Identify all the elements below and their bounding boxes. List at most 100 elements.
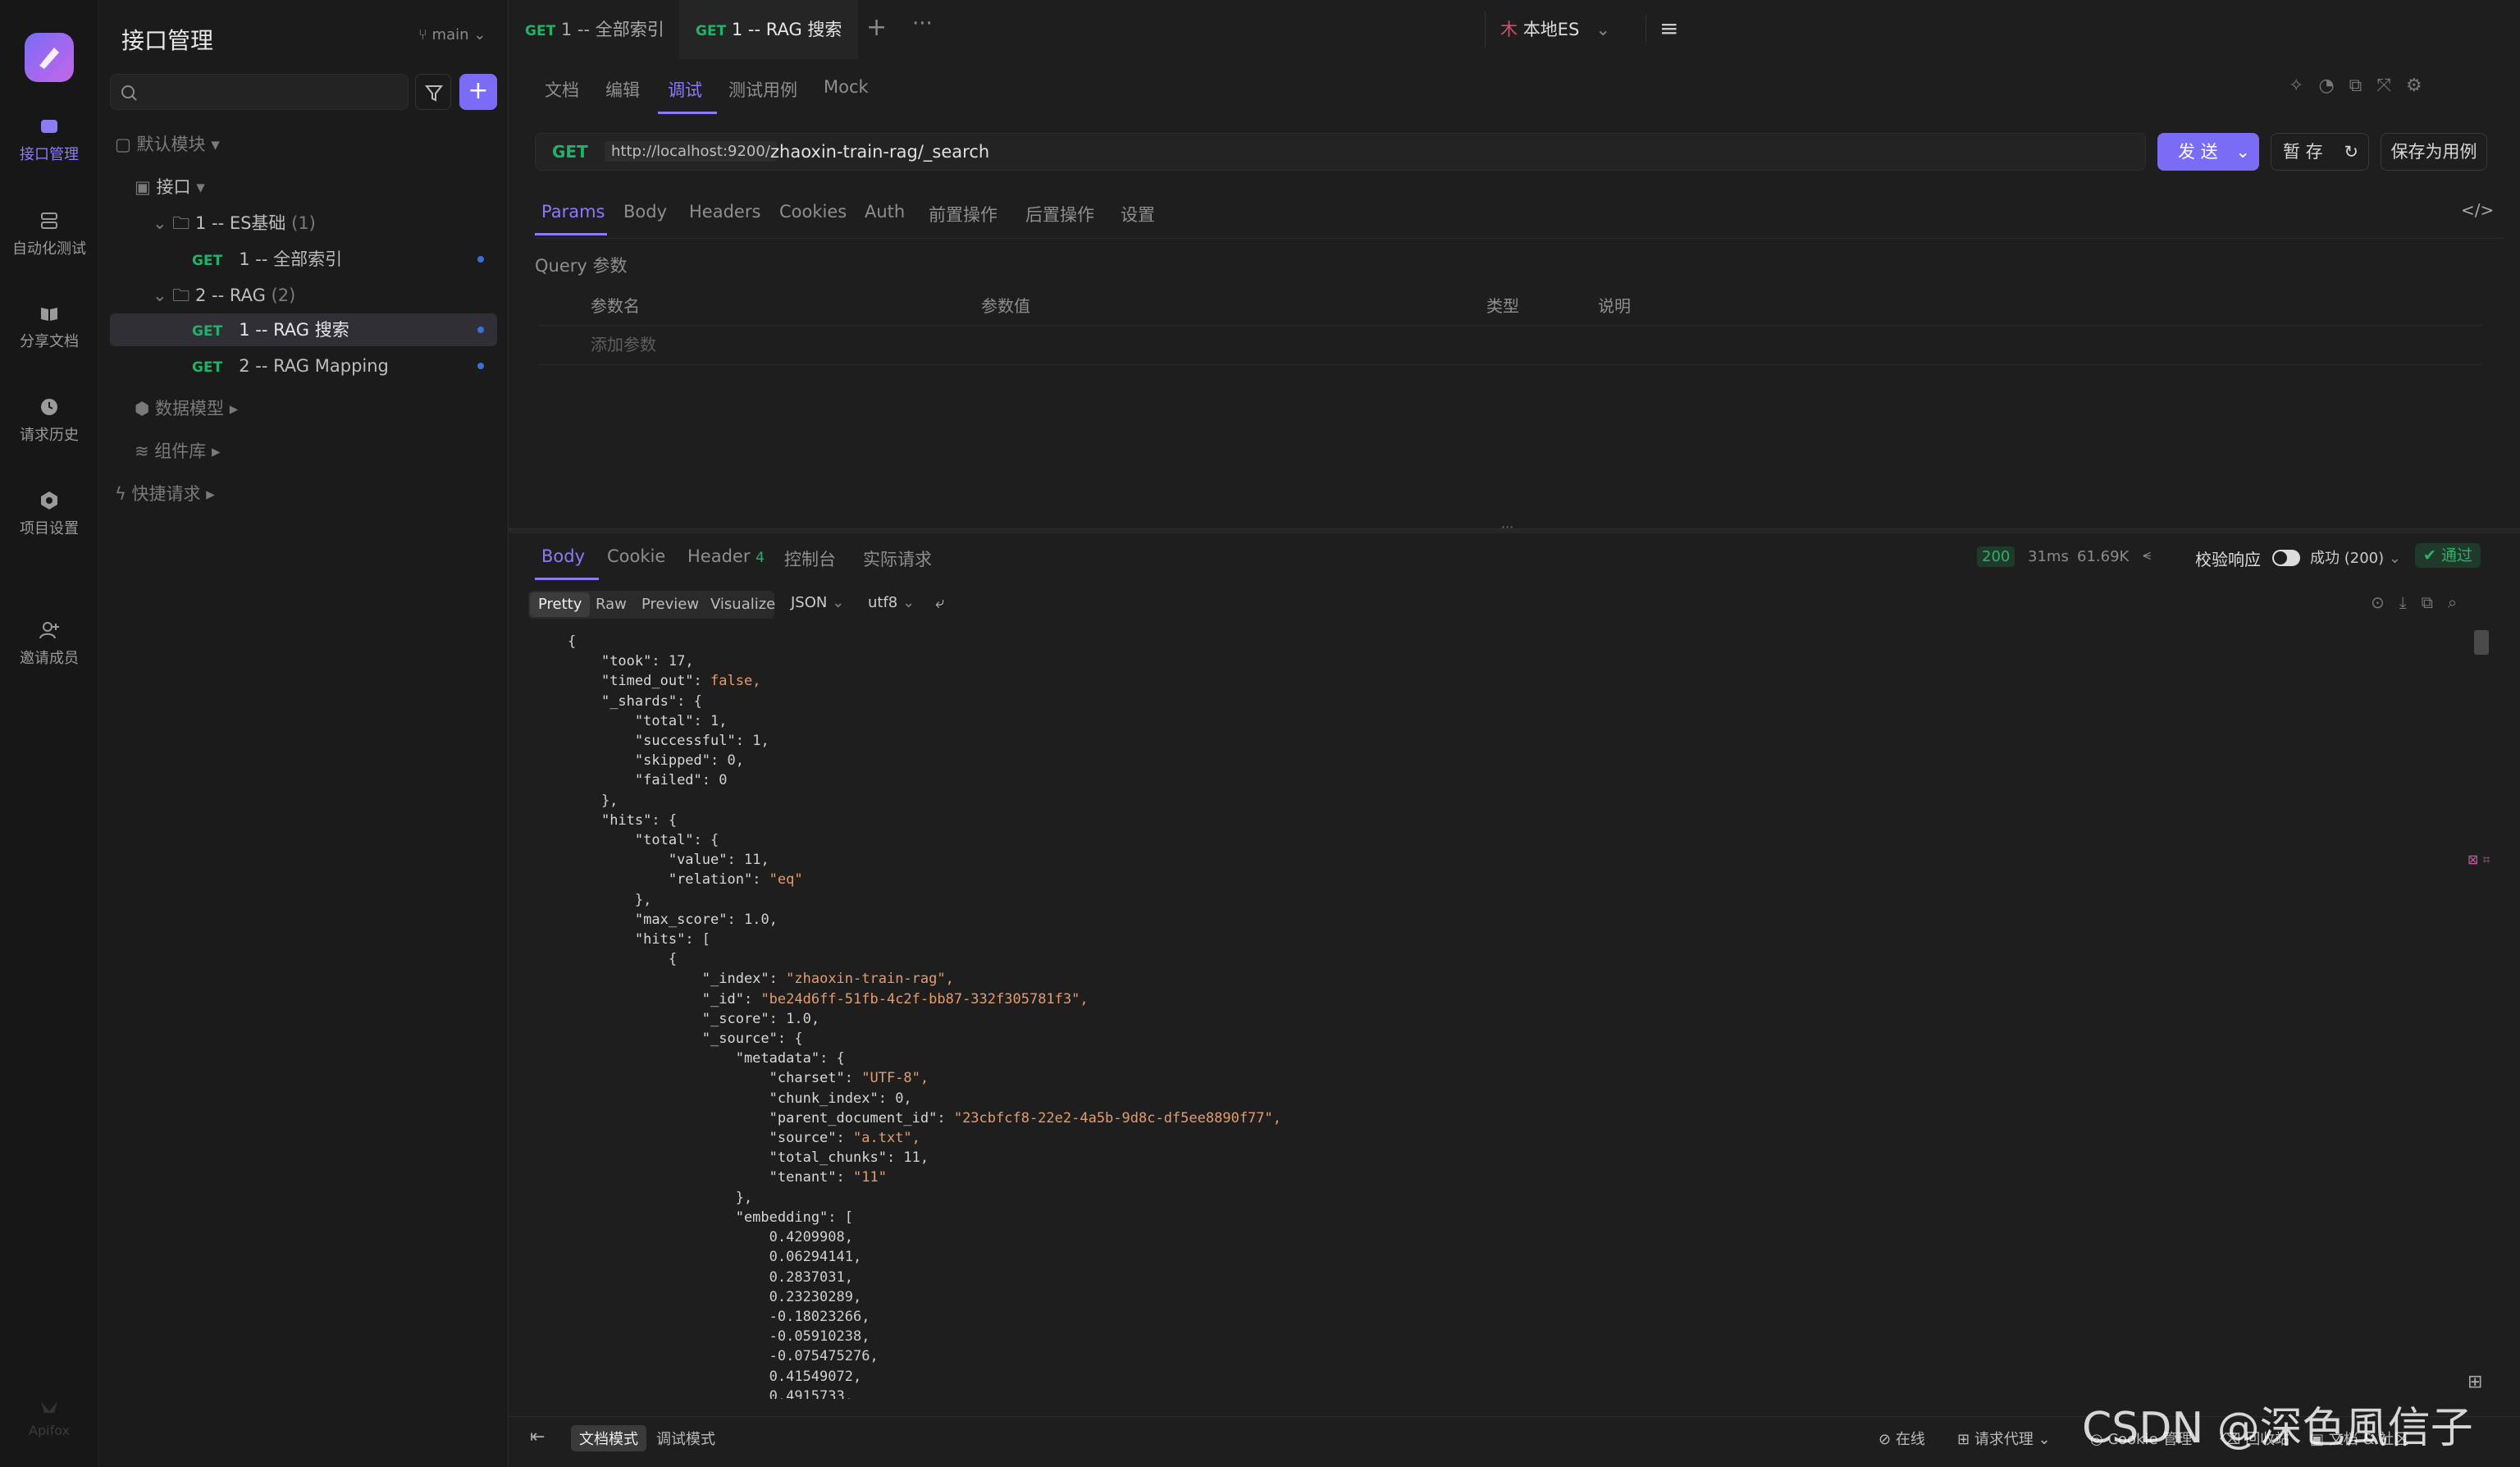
cube-icon: ⬢: [135, 399, 156, 418]
code-line: "hits": [: [634, 931, 711, 948]
sidebar-title: 接口管理: [121, 27, 214, 54]
download-icon[interactable]: ⤓: [2399, 592, 2422, 612]
validate-toggle[interactable]: [2272, 550, 2300, 566]
view-preview[interactable]: Preview: [641, 591, 699, 619]
tree-quick-request[interactable]: ϟ 快捷请求 ▸: [115, 478, 215, 510]
rail-item-share[interactable]: 分享文档: [0, 302, 98, 351]
env-selector[interactable]: 木 本地ES ⌄: [1485, 11, 1637, 48]
code-line: 0.4209908,: [568, 1229, 853, 1246]
subtab-testcase[interactable]: 测试用例: [728, 77, 797, 102]
tree-item-all-index[interactable]: GET 1 -- 全部索引: [192, 243, 497, 276]
wrap-icon[interactable]: ⤶: [935, 592, 944, 612]
save-as-case-button[interactable]: 保存为用例: [2381, 133, 2487, 171]
search-input[interactable]: [110, 74, 409, 110]
rail-item-automation[interactable]: 自动化测试: [0, 209, 98, 258]
param-tab-params[interactable]: Params: [541, 202, 605, 222]
left-rail: 接口管理 自动化测试 分享文档 请求历史 项目设置 邀请成员 Apifox: [0, 0, 98, 1467]
param-tab-pre[interactable]: 前置操作: [929, 202, 998, 226]
param-tab-settings[interactable]: 设置: [1121, 202, 1155, 226]
param-tab-headers[interactable]: Headers: [689, 202, 760, 222]
rail-item-api[interactable]: 接口管理: [0, 115, 98, 164]
more-icon[interactable]: ···: [912, 11, 933, 36]
tree-api-root[interactable]: ▣ 接口 ▾: [135, 171, 205, 203]
rail-label: 自动化测试: [12, 240, 86, 258]
rail-item-invite[interactable]: 邀请成员: [0, 619, 98, 668]
code-line: "_id": "be24d6ff-51fb-4c2f-bb87-332f3057…: [701, 990, 1089, 1008]
add-param-row[interactable]: 添加参数: [538, 325, 2482, 365]
code-line: "total": {: [634, 832, 719, 849]
col-name: 参数名: [591, 296, 640, 316]
copy-icon[interactable]: ⧉: [2349, 75, 2377, 96]
branch-selector[interactable]: ⑂ main ⌄: [418, 26, 486, 43]
online-status[interactable]: ⊘ 在线: [1879, 1428, 1925, 1449]
doc-mode-button[interactable]: 文档模式: [571, 1425, 646, 1451]
tab-rag-search[interactable]: GET 1 -- RAG 搜索: [679, 0, 859, 59]
view-pretty[interactable]: Pretty: [530, 592, 591, 617]
subtab-debug[interactable]: 调试: [668, 77, 702, 102]
tree-item-rag-search[interactable]: GET 1 -- RAG 搜索: [110, 313, 497, 346]
filter-button[interactable]: [415, 74, 451, 110]
param-tab-cookies[interactable]: Cookies: [779, 202, 847, 222]
panel-splitter[interactable]: ···: [509, 519, 2520, 535]
resp-tab-header[interactable]: Header 4: [687, 546, 765, 566]
share-icon[interactable]: ⤧: [2376, 75, 2406, 96]
tree-folder-es[interactable]: ⌄ 🗀 1 -- ES基础 (1): [153, 207, 316, 240]
send-button[interactable]: 发 送 ⌄: [2157, 133, 2259, 171]
param-tab-body[interactable]: Body: [623, 202, 667, 222]
subtab-mock[interactable]: Mock: [824, 77, 869, 97]
tab-all-index[interactable]: GET 1 -- 全部索引: [509, 0, 681, 59]
param-tab-auth[interactable]: Auth: [865, 202, 905, 222]
side-tool-icon[interactable]: ⊠ ⌗: [2468, 852, 2490, 868]
url-input[interactable]: zhaoxin-train-rag/_search: [770, 142, 989, 162]
subtab-edit[interactable]: 编辑: [605, 77, 640, 102]
debug-mode-button[interactable]: 调试模式: [656, 1428, 715, 1449]
code-line: "charset": "UTF-8",: [769, 1070, 929, 1087]
search-icon[interactable]: ⌕: [2448, 592, 2472, 612]
tree-item-rag-mapping[interactable]: GET 2 -- RAG Mapping: [192, 350, 497, 382]
copy-icon[interactable]: ⧉: [2422, 592, 2448, 612]
magic-icon[interactable]: ✧: [2289, 75, 2318, 96]
encoding-select[interactable]: utf8 ⌄: [868, 594, 915, 611]
resp-tab-body[interactable]: Body: [541, 546, 585, 566]
search-icon: [121, 85, 137, 101]
link-icon[interactable]: ⊙: [2371, 592, 2399, 612]
view-raw[interactable]: Raw: [596, 591, 627, 619]
rail-item-settings[interactable]: 项目设置: [0, 489, 98, 538]
history-icon: [41, 399, 57, 415]
expand-icon[interactable]: ⊞: [2468, 1372, 2482, 1392]
result-select[interactable]: 成功 (200) ⌄: [2310, 546, 2401, 568]
tree-folder-rag[interactable]: ⌄ 🗀 2 -- RAG (2): [153, 279, 295, 312]
method-select[interactable]: GET: [552, 142, 588, 162]
new-tab-icon[interactable]: +: [866, 13, 887, 42]
caret-icon: ▸: [224, 399, 239, 418]
share-response-icon[interactable]: ⪪: [2143, 546, 2151, 564]
chart-icon[interactable]: ◔: [2318, 75, 2349, 96]
code-line: "_score": 1.0,: [701, 1010, 820, 1027]
rail-label: 分享文档: [20, 333, 79, 350]
tree-data-model[interactable]: ⬢ 数据模型 ▸: [135, 392, 238, 425]
app-logo[interactable]: [25, 33, 74, 82]
code-line: "_shards": {: [600, 692, 702, 710]
resp-tab-actual[interactable]: 实际请求: [863, 546, 932, 571]
resp-tab-cookie[interactable]: Cookie: [607, 546, 665, 566]
code-view-icon[interactable]: </>: [2461, 200, 2494, 220]
refresh-icon[interactable]: ↻: [2344, 134, 2358, 170]
proxy-setting[interactable]: ⊞ 请求代理 ⌄: [1957, 1428, 2051, 1449]
code-scrollbar[interactable]: [2474, 630, 2489, 655]
format-select[interactable]: JSON ⌄: [791, 594, 844, 611]
response-body-code[interactable]: { "took": 17, "timed_out": false, "_shar…: [568, 632, 2463, 1399]
collapse-icon[interactable]: ⇤: [530, 1427, 545, 1447]
save-temp-button[interactable]: 暂 存 ↻: [2271, 133, 2369, 171]
menu-icon[interactable]: ≡: [1646, 15, 1678, 42]
caret-icon: ▸: [206, 441, 221, 461]
subtab-doc[interactable]: 文档: [545, 77, 579, 102]
resp-tab-console[interactable]: 控制台: [784, 546, 836, 571]
tree-default-module[interactable]: ▢ 默认模块 ▾: [115, 128, 220, 161]
tree-components[interactable]: ≋ 组件库 ▸: [135, 435, 221, 468]
rail-item-history[interactable]: 请求历史: [0, 395, 98, 445]
lightning-icon: ϟ: [115, 484, 132, 504]
view-visualize[interactable]: Visualize: [710, 591, 775, 619]
gear-icon[interactable]: ⚙: [2406, 75, 2437, 96]
add-button[interactable]: +: [459, 74, 497, 110]
param-tab-post[interactable]: 后置操作: [1025, 202, 1094, 226]
